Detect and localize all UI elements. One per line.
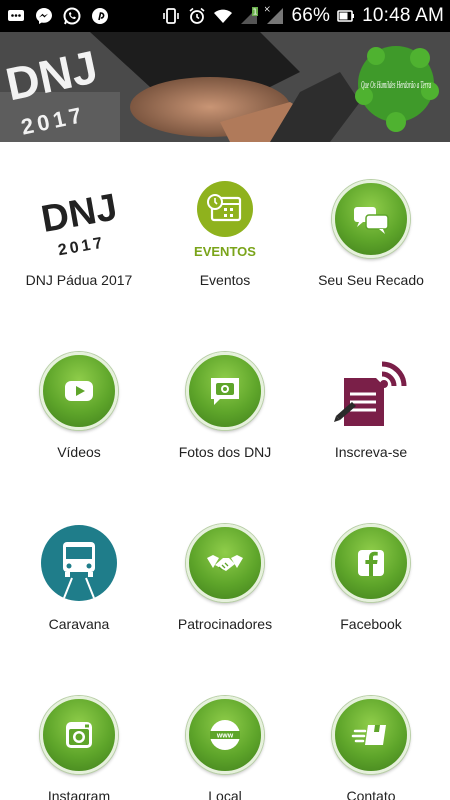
svg-text:www: www [216,733,234,740]
menu-item-patrocinadores[interactable]: Patrocinadores [150,486,300,646]
menu-grid: DNJ 2017 DNJ Pádua 2017 EVENTOS Eventos [0,142,450,800]
menu-item-label: Inscreva-se [334,444,408,460]
calendar-icon: EVENTOS [184,178,266,260]
banner-logo-year: 2017 [19,102,88,138]
instagram-icon [40,696,118,774]
vibrate-icon [161,6,181,26]
whatsapp-icon [62,6,82,26]
svg-text:DNJ: DNJ [38,186,120,241]
signup-form-icon [330,350,412,432]
camera-icon [186,352,264,430]
menu-item-facebook[interactable]: Facebook [296,486,446,646]
clock: 10:48 AM [362,5,444,26]
menu-item-instagram[interactable]: Instagram [4,658,154,800]
menu-item-caravana[interactable]: Caravana [4,486,154,646]
menu-item-label: Eventos [199,272,251,288]
menu-item-label: Vídeos [57,444,101,460]
menu-item-label: Caravana [48,616,110,632]
svg-text:1: 1 [253,8,258,17]
status-bar: 1 66% 10:48 AM [0,0,450,32]
www-globe-icon: www [186,696,264,774]
menu-item-label: DNJ Pádua 2017 [25,272,133,288]
menu-item-label: Patrocinadores [177,616,273,632]
menu-item-videos[interactable]: Vídeos [4,314,154,474]
battery-icon [336,6,356,26]
svg-text:2017: 2017 [57,234,107,259]
battery-percent: 66% [291,5,331,26]
play-icon [40,352,118,430]
green-globe-logo: Que Os Humildes Herdarão a Terra [355,46,439,132]
menu-item-label: Seu Seu Recado [318,272,424,288]
menu-item-label: Contato [346,788,396,800]
menu-item-inscreva-se[interactable]: Inscreva-se [296,314,446,474]
menu-item-dnj-padua-2017[interactable]: DNJ 2017 DNJ Pádua 2017 [4,142,154,302]
menu-item-label: Fotos dos DNJ [178,444,272,460]
no-signal-icon: 1 [239,6,259,26]
alarm-icon [187,6,207,26]
pinterest-icon [90,6,110,26]
chat-bubble-icon [6,6,26,26]
dnj-logo-icon: DNJ 2017 [38,178,120,260]
messenger-icon [34,6,54,26]
menu-item-contato[interactable]: Contato [296,658,446,800]
menu-item-label: Local [208,788,242,800]
menu-item-label: Facebook [340,616,402,632]
menu-item-seu-seu-recado[interactable]: Seu Seu Recado [296,142,446,302]
handshake-icon [186,524,264,602]
eventos-icon-caption: EVENTOS [194,244,256,259]
chat-bubbles-icon [332,180,410,258]
menu-item-eventos[interactable]: EVENTOS Eventos [150,142,300,302]
wifi-icon [213,6,233,26]
menu-item-local[interactable]: www Local [150,658,300,800]
banner-logo-text: DNJ [4,40,102,110]
facebook-icon [332,524,410,602]
globe-caption: Que Os Humildes Herdarão a Terra [361,80,431,91]
menu-item-label: Instagram [47,788,111,800]
signal-icon [265,6,285,26]
dnj-2017-logo: DNJ 2017 [4,40,102,138]
bus-icon [38,522,120,604]
header-banner: DNJ 2017 Que Os Humildes Herdarão a Terr… [0,32,450,142]
delivery-box-icon [332,696,410,774]
menu-item-fotos-dos-dnj[interactable]: Fotos dos DNJ [150,314,300,474]
